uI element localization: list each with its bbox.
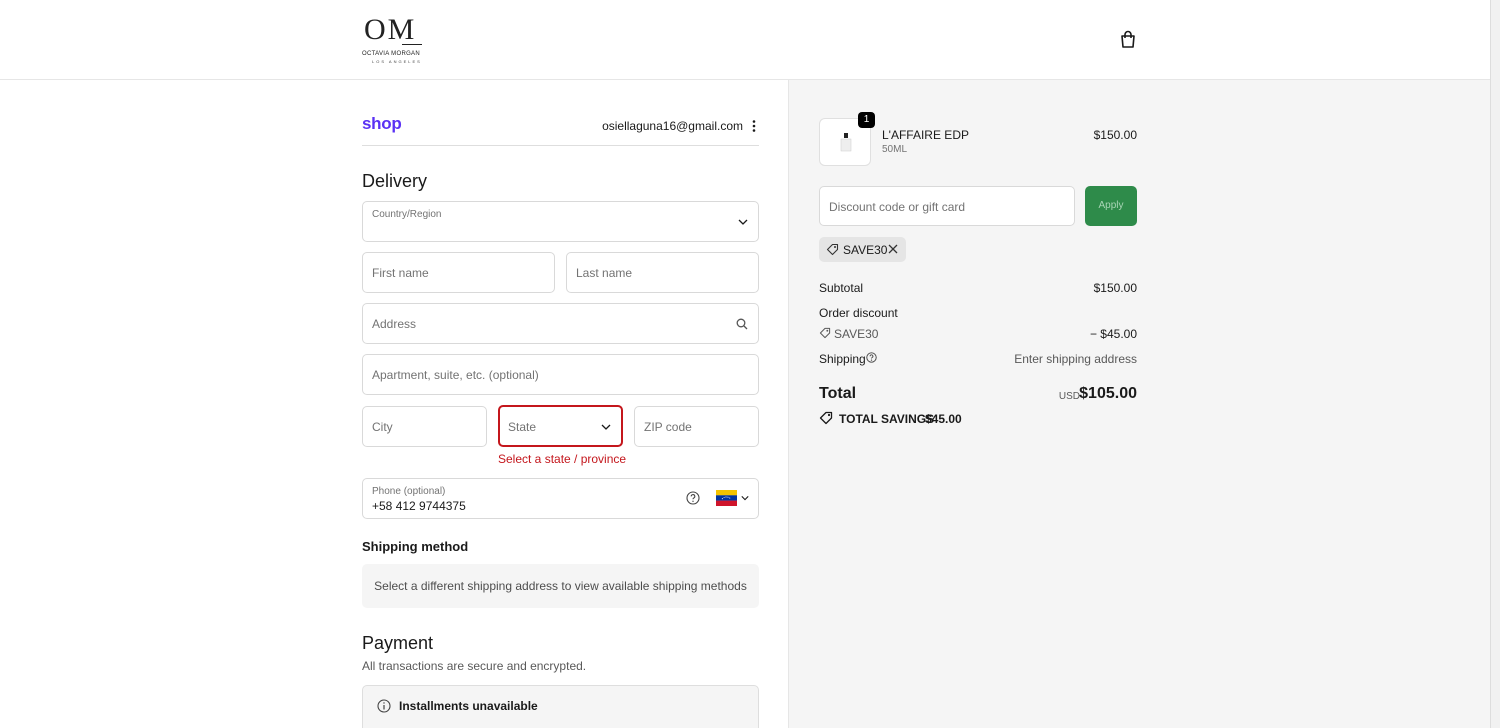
more-options-icon[interactable]: [751, 119, 757, 133]
shipping-method-heading: Shipping method: [362, 539, 469, 554]
shopping-bag-icon[interactable]: [1118, 29, 1138, 49]
shipping-method-notice: Select a different shipping address to v…: [362, 564, 759, 608]
discount-code-input[interactable]: Discount code or gift card: [819, 186, 1075, 226]
search-icon: [736, 318, 748, 330]
discount-value: − $45.00: [1089, 327, 1137, 341]
order-summary-panel: [788, 80, 1500, 728]
country-label: Country/Region: [372, 209, 442, 220]
perfume-bottle-image: [840, 133, 852, 152]
total-label: Total: [819, 385, 857, 402]
delivery-heading: Delivery: [362, 171, 428, 191]
shipping-value: Enter shipping address: [1014, 352, 1137, 366]
city-placeholder: City: [372, 420, 393, 434]
payment-heading: Payment: [362, 633, 434, 653]
phone-label: Phone (optional): [372, 486, 446, 497]
subtotal-value: $150.00: [1093, 281, 1137, 295]
chevron-down-icon: [738, 219, 748, 225]
total-savings-value: $45.00: [925, 412, 962, 426]
shipping-method-message: Select a different shipping address to v…: [374, 579, 747, 593]
chevron-down-icon[interactable]: [741, 495, 749, 501]
shop-account-row: shop osiellaguna16@gmail.com: [362, 110, 759, 146]
page-scrollbar[interactable]: [1490, 0, 1500, 728]
help-circle-icon[interactable]: [866, 352, 877, 363]
subtotal-label: Subtotal: [819, 281, 864, 295]
info-icon: [377, 699, 391, 713]
first-name-field[interactable]: First name: [362, 252, 555, 293]
applied-discount-chip: SAVE30: [819, 237, 906, 262]
apartment-field[interactable]: Apartment, suite, etc. (optional): [362, 354, 759, 395]
total-value: $105.00: [1079, 385, 1137, 402]
city-field[interactable]: City: [362, 406, 487, 447]
last-name-placeholder: Last name: [576, 266, 633, 280]
first-name-placeholder: First name: [372, 266, 429, 280]
product-variant: 50ML: [882, 144, 908, 155]
state-select[interactable]: State: [498, 405, 623, 447]
installments-title: Installments unavailable: [399, 699, 538, 713]
chevron-down-icon: [601, 424, 611, 430]
tag-icon: [819, 327, 831, 339]
savings-tag-icon: [819, 411, 833, 425]
close-icon[interactable]: [888, 244, 898, 254]
site-header: OM OCTAVIA MORGAN LOS ANGELES: [0, 0, 1500, 80]
discount-code-label: SAVE30: [834, 327, 879, 341]
address-field[interactable]: Address: [362, 303, 759, 344]
shop-pay-logo: shop: [362, 114, 402, 133]
logo-divider: [402, 44, 422, 45]
product-price: $150.00: [1093, 128, 1137, 142]
apply-button[interactable]: Apply: [1085, 186, 1137, 226]
discount-placeholder: Discount code or gift card: [829, 200, 966, 214]
logo-name: OCTAVIA MORGAN: [362, 51, 420, 57]
phone-value: +58 412 9744375: [372, 499, 466, 513]
state-error-message: Select a state / province: [498, 452, 627, 466]
apartment-placeholder: Apartment, suite, etc. (optional): [372, 368, 539, 382]
order-discount-label: Order discount: [819, 306, 898, 320]
applied-code-label: SAVE30: [843, 243, 888, 257]
shipping-label: Shipping: [819, 352, 866, 366]
account-email: osiellaguna16@gmail.com: [602, 119, 743, 133]
last-name-field[interactable]: Last name: [566, 252, 759, 293]
product-name: L'AFFAIRE EDP: [882, 128, 969, 142]
zip-field[interactable]: ZIP code: [634, 406, 759, 447]
venezuela-flag-icon[interactable]: [716, 490, 737, 506]
store-logo[interactable]: OM OCTAVIA MORGAN LOS ANGELES: [362, 14, 426, 66]
country-select[interactable]: Country/Region: [362, 201, 759, 242]
zip-placeholder: ZIP code: [644, 420, 692, 434]
logo-subtitle: LOS ANGELES: [372, 59, 422, 64]
tag-icon: [826, 243, 839, 256]
installments-notice: Installments unavailable: [362, 685, 759, 728]
total-savings-label: TOTAL SAVINGS: [839, 412, 935, 426]
help-circle-icon[interactable]: [686, 491, 700, 505]
quantity-badge: 1: [858, 112, 875, 128]
payment-subtitle: All transactions are secure and encrypte…: [362, 659, 587, 673]
state-placeholder: State: [508, 420, 537, 434]
logo-mark: OM: [364, 13, 417, 46]
address-placeholder: Address: [372, 317, 417, 331]
